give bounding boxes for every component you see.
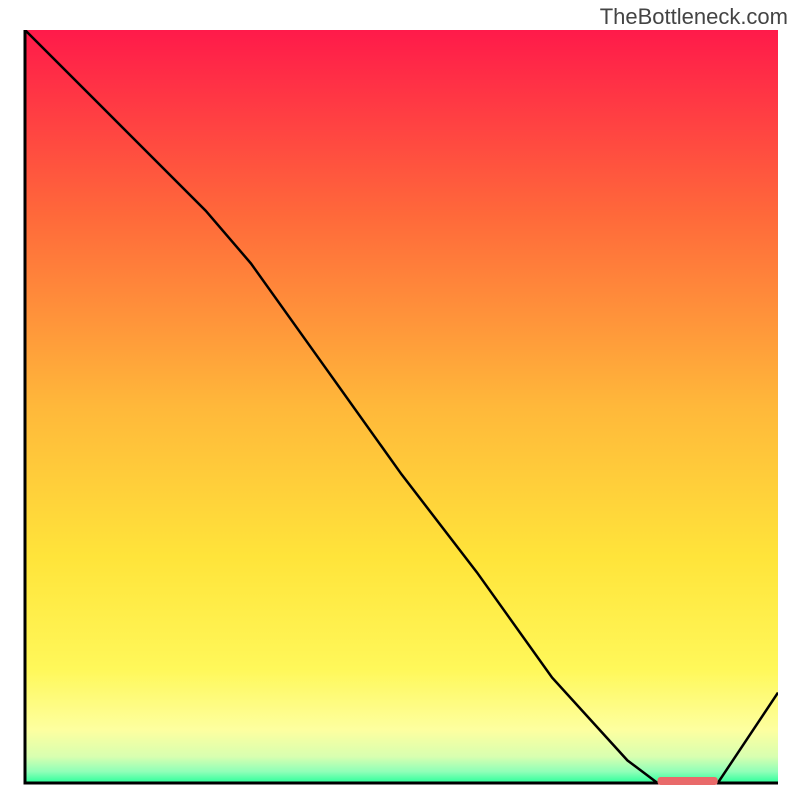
chart-svg [22, 30, 778, 786]
chart-container [22, 30, 778, 786]
optimal-marker [658, 777, 718, 785]
attribution-text: TheBottleneck.com [600, 4, 788, 30]
